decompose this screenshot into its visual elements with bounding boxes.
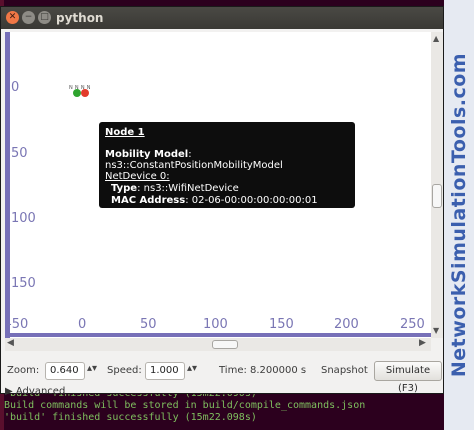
scroll-up-icon[interactable]: ▲ bbox=[433, 34, 439, 43]
mobility-model-label: Mobility Model bbox=[105, 149, 189, 160]
terminal-line: Build commands will be stored in build/c… bbox=[4, 400, 366, 411]
zoom-input[interactable]: 0.640 bbox=[45, 362, 85, 380]
vertical-scroll-thumb[interactable] bbox=[432, 184, 442, 208]
x-axis bbox=[5, 333, 431, 337]
x-tick-label: 250 bbox=[400, 317, 425, 332]
speed-label: Speed: bbox=[107, 365, 142, 376]
horizontal-scrollbar[interactable]: ◀ ▶ bbox=[5, 338, 431, 351]
snapshot-label[interactable]: Snapshot bbox=[321, 365, 368, 376]
zoom-stepper-icon[interactable]: ▴▾ bbox=[87, 363, 97, 374]
x-tick-label: 100 bbox=[203, 317, 228, 332]
mac-address-row: MAC Address: 02-06-00:00:00:00:00:01 bbox=[111, 195, 318, 206]
node-1-marker[interactable] bbox=[81, 89, 89, 97]
device-type-label: Type bbox=[111, 183, 138, 194]
simulate-button[interactable]: Simulate (F3) bbox=[374, 361, 442, 394]
maximize-icon[interactable]: □ bbox=[38, 11, 51, 24]
watermark-text: NetworkSimulationTools.com bbox=[448, 52, 470, 378]
y-axis bbox=[5, 32, 10, 338]
python-window: ✕ − □ python 0 50 100 150 -50 0 50 100 1… bbox=[0, 6, 444, 397]
scroll-left-icon[interactable]: ◀ bbox=[7, 338, 14, 348]
x-tick-label: 150 bbox=[269, 317, 294, 332]
window-title: python bbox=[56, 11, 104, 25]
minimize-icon[interactable]: − bbox=[22, 11, 35, 24]
speed-input[interactable]: 1.000 bbox=[145, 362, 185, 380]
close-icon[interactable]: ✕ bbox=[6, 11, 19, 24]
x-tick-label: 0 bbox=[78, 317, 87, 332]
vertical-scrollbar[interactable]: ▲ ▼ bbox=[431, 32, 443, 338]
zoom-label: Zoom: bbox=[7, 365, 40, 376]
device-type-value: : ns3::WifiNetDevice bbox=[137, 183, 239, 194]
advanced-expander[interactable]: ▶ Advanced bbox=[5, 386, 65, 397]
titlebar[interactable]: ✕ − □ python bbox=[1, 7, 443, 29]
mac-address-value: : 02-06-00:00:00:00:00:01 bbox=[185, 195, 318, 206]
node-0-marker[interactable] bbox=[73, 89, 81, 97]
horizontal-scroll-thumb[interactable] bbox=[212, 340, 238, 349]
x-tick-label: 200 bbox=[334, 317, 359, 332]
expander-triangle-icon[interactable]: ▶ bbox=[5, 386, 13, 397]
y-tick-label: 50 bbox=[11, 146, 28, 161]
device-type-row: Type: ns3::WifiNetDevice bbox=[111, 183, 239, 194]
control-bar: Zoom: 0.640 ▴▾ Speed: 1.000 ▴▾ Time: 8.2… bbox=[1, 353, 443, 397]
y-tick-label: 0 bbox=[11, 80, 20, 95]
time-display: Time: 8.200000 s bbox=[219, 365, 307, 376]
advanced-label: Advanced bbox=[15, 386, 66, 397]
terminal-line: 'build' finished successfully (15m22.098… bbox=[4, 412, 257, 423]
mobility-model-row: Mobility Model: ns3::ConstantPositionMob… bbox=[105, 149, 355, 171]
x-tick-label: -50 bbox=[7, 317, 29, 332]
y-tick-label: 150 bbox=[11, 276, 36, 291]
simulation-canvas[interactable]: 0 50 100 150 -50 0 50 100 150 200 250 N … bbox=[5, 32, 431, 338]
scroll-right-icon[interactable]: ▶ bbox=[419, 338, 426, 348]
speed-stepper-icon[interactable]: ▴▾ bbox=[187, 363, 197, 374]
mac-address-label: MAC Address bbox=[111, 195, 186, 206]
x-tick-label: 50 bbox=[140, 317, 157, 332]
scroll-down-icon[interactable]: ▼ bbox=[433, 326, 439, 335]
y-tick-label: 100 bbox=[11, 211, 36, 226]
tooltip-title: Node 1 bbox=[105, 127, 145, 138]
node-info-tooltip: Node 1 Mobility Model: ns3::ConstantPosi… bbox=[99, 122, 355, 208]
netdevice-heading: NetDevice 0: bbox=[105, 171, 170, 182]
